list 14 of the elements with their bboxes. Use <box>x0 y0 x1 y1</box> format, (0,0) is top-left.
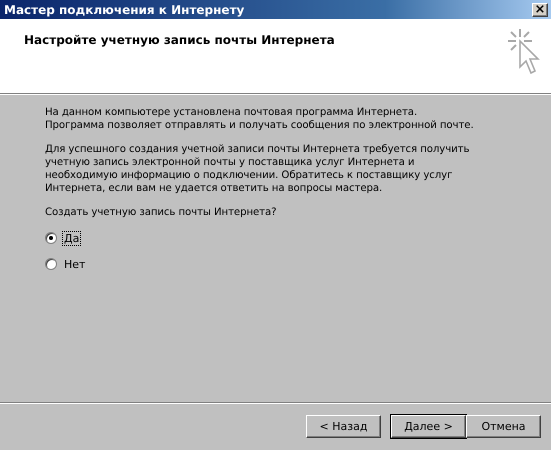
close-button[interactable]: × <box>532 2 548 16</box>
wizard-button[interactable]: Отмена <box>466 415 541 438</box>
radio-button[interactable] <box>45 258 57 270</box>
description-text: Для успешного создания учетной записи почты Интернета требуется получить учетную запись электронной почты у поставщика услуг Интернета и необходимую информацию о подключении. Обратитесь к поставщику услуг Интернета, если вам не удается ответить на вопросы мастера. <box>45 143 470 195</box>
radio-button[interactable] <box>45 232 57 244</box>
window-title: Мастер подключения к Интернету <box>4 2 244 16</box>
radio-label[interactable]: Нет <box>63 258 86 270</box>
description-text: На данном компьютере установлена почтовая программа Интернета. Программа позволяет отправлять и получать сообщения по электронной почте. <box>45 106 475 132</box>
cursor-sparkle-icon <box>507 28 540 74</box>
wizard-button[interactable]: Далее > <box>391 415 466 438</box>
page-heading: Настройте учетную запись почты Интернета <box>24 33 335 47</box>
question-text: Создать учетную запись почты Интернета? <box>45 206 278 219</box>
radio-label[interactable]: Да <box>63 232 80 244</box>
wizard-button[interactable]: < Назад <box>306 415 381 438</box>
